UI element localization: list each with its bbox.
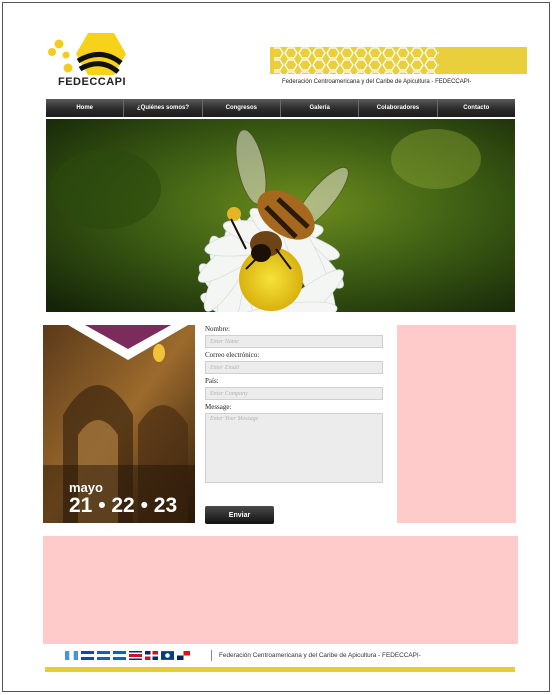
footer-separator	[211, 650, 212, 661]
congress-promo[interactable]: mayo 21 • 22 • 23	[43, 325, 195, 523]
dominican-republic-flag-icon	[145, 651, 158, 660]
footer-text: Federación Centroamericana y del Caribe …	[219, 652, 421, 659]
content-panel	[43, 536, 518, 644]
name-field[interactable]	[205, 335, 383, 348]
costa-rica-flag-icon	[129, 651, 142, 660]
promo-dates: 21 • 22 • 23	[69, 494, 178, 517]
honeycomb-banner	[270, 47, 527, 74]
name-label: Nombre:	[205, 325, 230, 333]
message-label: Message:	[205, 403, 232, 411]
member-flags	[65, 651, 190, 660]
nav-home[interactable]: Home	[46, 99, 125, 117]
email-field[interactable]	[205, 361, 383, 374]
promo-month: mayo	[69, 480, 103, 495]
nav-contacto[interactable]: Contacto	[438, 99, 515, 117]
nav-colaboradores[interactable]: Colaboradores	[359, 99, 438, 117]
belize-flag-icon	[161, 651, 174, 660]
guatemala-flag-icon	[65, 651, 78, 660]
el-salvador-flag-icon	[81, 651, 94, 660]
main-nav: Home ¿Quiénes somos? Congresos Galería C…	[46, 99, 515, 117]
email-label: Correo electrónico:	[205, 351, 260, 359]
hero-bee-image	[46, 119, 515, 312]
honeycomb-pattern	[274, 47, 439, 74]
contact-form: Nombre: Correo electrónico: País: Messag…	[205, 322, 383, 483]
message-field[interactable]	[205, 413, 383, 483]
submit-button[interactable]: Enviar	[205, 506, 274, 524]
nav-congresos[interactable]: Congresos	[203, 99, 281, 117]
footer-bar	[45, 667, 515, 672]
nicaragua-flag-icon	[113, 651, 126, 660]
header-tagline: Federación Centroamericana y del Caribe …	[282, 79, 472, 85]
brand-name: FEDECCAPI	[58, 76, 127, 88]
country-field[interactable]	[205, 387, 383, 400]
nav-quienes-somos[interactable]: ¿Quiénes somos?	[124, 99, 203, 117]
panama-flag-icon	[177, 651, 190, 660]
nav-galeria[interactable]: Galería	[281, 99, 360, 117]
country-label: País:	[205, 377, 219, 385]
side-panel	[397, 325, 516, 523]
honduras-flag-icon	[97, 651, 110, 660]
